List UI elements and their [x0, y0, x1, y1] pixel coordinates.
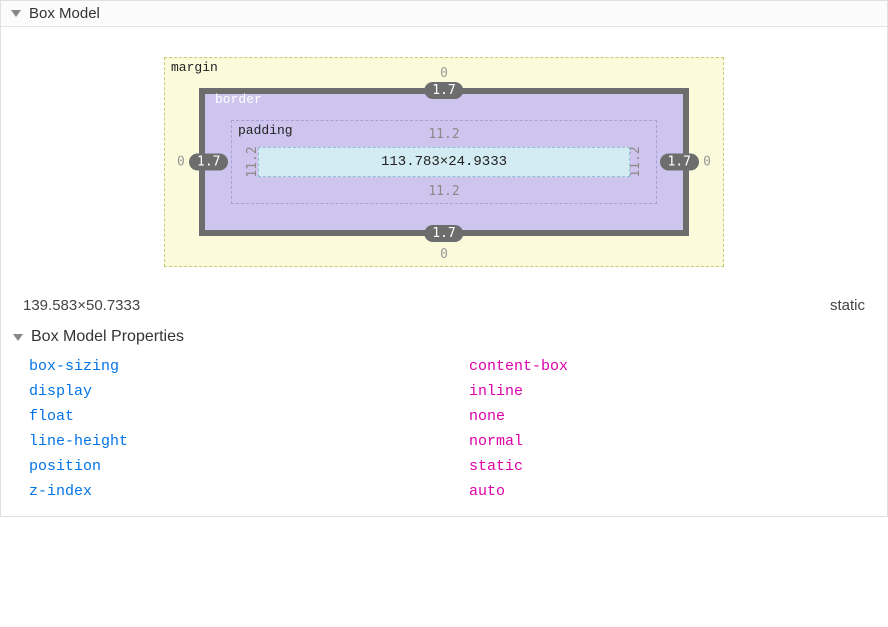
properties-table: box-sizing content-box display inline fl…: [1, 350, 887, 516]
margin-left-value[interactable]: 0: [177, 155, 185, 170]
margin-region[interactable]: margin 0 0 0 0 1.7 1.7 1.7 1.7 border pa…: [164, 57, 724, 267]
box-model-diagram: margin 0 0 0 0 1.7 1.7 1.7 1.7 border pa…: [1, 27, 887, 283]
padding-label: padding: [238, 123, 293, 138]
property-value[interactable]: inline: [469, 383, 523, 400]
property-name[interactable]: line-height: [29, 433, 469, 450]
property-name[interactable]: float: [29, 408, 469, 425]
padding-bottom-value[interactable]: 11.2: [428, 184, 459, 199]
property-value[interactable]: auto: [469, 483, 505, 500]
margin-label: margin: [171, 60, 218, 75]
property-name[interactable]: box-sizing: [29, 358, 469, 375]
border-region[interactable]: border padding 11.2 11.2 11.2 11.2 113.7…: [199, 88, 689, 236]
padding-region[interactable]: padding 11.2 11.2 11.2 11.2 113.783×24.9…: [231, 120, 657, 204]
property-row: line-height normal: [1, 429, 887, 454]
property-row: box-sizing content-box: [1, 354, 887, 379]
element-dimensions: 139.583×50.7333: [23, 297, 140, 314]
section-title: Box Model: [29, 5, 100, 22]
border-bottom-value[interactable]: 1.7: [424, 225, 463, 242]
border-left-value[interactable]: 1.7: [189, 154, 228, 171]
property-value[interactable]: none: [469, 408, 505, 425]
property-value[interactable]: normal: [469, 433, 523, 450]
box-model-panel: Box Model margin 0 0 0 0 1.7 1.7 1.7 1.7…: [0, 0, 888, 517]
content-region[interactable]: 113.783×24.9333: [258, 147, 630, 177]
padding-right-value[interactable]: 11.2: [628, 146, 643, 177]
property-value[interactable]: content-box: [469, 358, 568, 375]
content-size: 113.783×24.9333: [381, 154, 507, 170]
dimensions-row: 139.583×50.7333 static: [1, 283, 887, 320]
property-row: display inline: [1, 379, 887, 404]
property-row: z-index auto: [1, 479, 887, 504]
chevron-down-icon: [13, 334, 23, 341]
box-model-properties-header[interactable]: Box Model Properties: [1, 320, 887, 350]
property-name[interactable]: position: [29, 458, 469, 475]
properties-title: Box Model Properties: [31, 328, 184, 346]
element-position: static: [830, 297, 865, 314]
padding-top-value[interactable]: 11.2: [428, 127, 459, 142]
border-top-value[interactable]: 1.7: [424, 82, 463, 99]
margin-right-value[interactable]: 0: [703, 155, 711, 170]
property-row: float none: [1, 404, 887, 429]
box-model-header[interactable]: Box Model: [1, 1, 887, 27]
border-right-value[interactable]: 1.7: [660, 154, 699, 171]
margin-top-value[interactable]: 0: [440, 66, 448, 81]
chevron-down-icon: [11, 10, 21, 17]
margin-bottom-value[interactable]: 0: [440, 247, 448, 262]
property-value[interactable]: static: [469, 458, 523, 475]
property-row: position static: [1, 454, 887, 479]
border-label: border: [215, 92, 262, 107]
property-name[interactable]: z-index: [29, 483, 469, 500]
property-name[interactable]: display: [29, 383, 469, 400]
